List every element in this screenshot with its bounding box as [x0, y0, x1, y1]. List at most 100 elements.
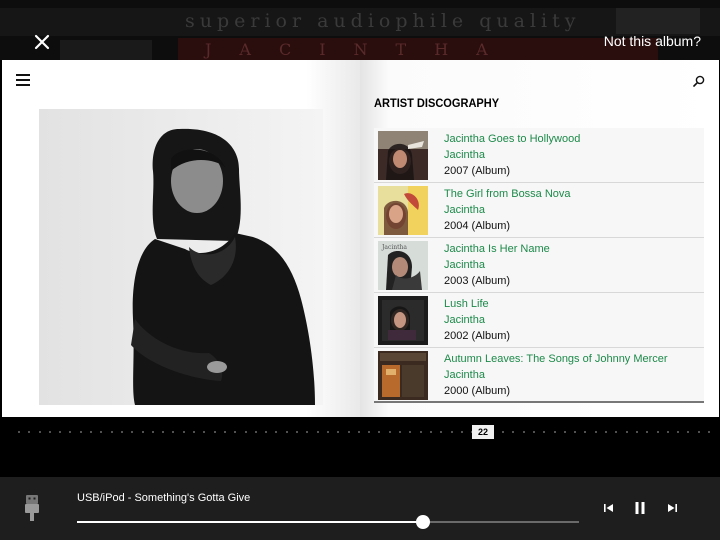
album-title[interactable]: Jacintha Goes to Hollywood — [444, 133, 580, 145]
page-dot[interactable] — [162, 431, 165, 433]
page-dot[interactable] — [28, 431, 31, 433]
next-icon[interactable] — [664, 500, 680, 516]
page-dot[interactable] — [666, 431, 669, 433]
page-dot[interactable] — [502, 431, 505, 433]
page-dot[interactable] — [708, 431, 710, 433]
page-dot[interactable] — [172, 431, 175, 433]
previous-icon[interactable] — [601, 500, 617, 516]
page-dot[interactable] — [131, 431, 134, 433]
page-dot[interactable] — [90, 431, 93, 433]
album-artist[interactable]: Jacintha — [444, 259, 485, 271]
page-dot[interactable] — [203, 431, 206, 433]
album-title[interactable]: The Girl from Bossa Nova — [444, 188, 571, 200]
page-dot[interactable] — [100, 431, 103, 433]
page-dot[interactable] — [635, 431, 638, 433]
album-artist[interactable]: Jacintha — [444, 149, 485, 161]
page-dot[interactable] — [79, 431, 82, 433]
search-icon[interactable] — [693, 74, 705, 87]
page-dot[interactable] — [646, 431, 649, 433]
album-artist[interactable]: Jacintha — [444, 314, 485, 326]
menu-icon[interactable] — [16, 74, 30, 86]
page-dot[interactable] — [594, 431, 597, 433]
album-year: 2002 (Album) — [444, 330, 511, 342]
page-dot[interactable] — [563, 431, 566, 433]
page-dot[interactable] — [429, 431, 432, 433]
album-title[interactable]: Autumn Leaves: The Songs of Johnny Merce… — [444, 353, 668, 365]
page-dot[interactable] — [522, 431, 525, 433]
album-artist[interactable]: Jacintha — [444, 204, 485, 216]
pause-icon[interactable] — [632, 500, 648, 516]
page-dot[interactable] — [213, 431, 216, 433]
album-row[interactable]: Jacintha Goes to Hollywood Jacintha 2007… — [374, 128, 704, 183]
page-dot[interactable] — [120, 431, 123, 433]
close-icon[interactable] — [31, 31, 53, 53]
page-dot[interactable] — [347, 431, 350, 433]
album-title[interactable]: Jacintha Is Her Name — [444, 243, 550, 255]
progress-fill — [77, 521, 423, 523]
page-dot[interactable] — [574, 431, 577, 433]
booklet-view: ARTIST DISCOGRAPHY Jacintha Goes to Holl… — [2, 60, 719, 417]
current-page-indicator[interactable]: 22 — [472, 425, 494, 439]
page-dot[interactable] — [677, 431, 680, 433]
not-this-album-button[interactable]: Not this album? — [604, 33, 701, 49]
page-dot[interactable] — [337, 431, 340, 433]
page-dot[interactable] — [110, 431, 113, 433]
progress-knob[interactable] — [415, 515, 430, 529]
album-title[interactable]: Lush Life — [444, 298, 489, 310]
artist-photo — [39, 109, 323, 405]
album-year: 2000 (Album) — [444, 385, 511, 397]
page-dot[interactable] — [265, 431, 268, 433]
page-dot[interactable] — [625, 431, 628, 433]
page-dot[interactable] — [460, 431, 463, 433]
playback-progress[interactable] — [77, 515, 579, 529]
usb-icon — [24, 495, 40, 521]
page-dot[interactable] — [18, 431, 20, 433]
album-row[interactable]: Autumn Leaves: The Songs of Johnny Merce… — [374, 348, 704, 403]
page-dots[interactable] — [18, 431, 710, 435]
page-dot[interactable] — [69, 431, 72, 433]
page-dot[interactable] — [151, 431, 154, 433]
page-dot[interactable] — [615, 431, 618, 433]
page-dot[interactable] — [605, 431, 607, 433]
page-dot[interactable] — [141, 431, 144, 433]
album-year: 2007 (Album) — [444, 165, 511, 177]
page-dot[interactable] — [656, 431, 659, 433]
page-dot[interactable] — [399, 431, 402, 433]
page-scrubber[interactable] — [0, 417, 720, 477]
page-dot[interactable] — [275, 431, 278, 433]
page-dot[interactable] — [244, 431, 247, 433]
page-dot[interactable] — [285, 431, 288, 433]
page-dot[interactable] — [316, 431, 319, 433]
page-dot[interactable] — [234, 431, 237, 433]
page-dot[interactable] — [326, 431, 329, 433]
page-dot[interactable] — [419, 431, 422, 433]
album-artist[interactable]: Jacintha — [444, 369, 485, 381]
page-dot[interactable] — [368, 431, 371, 433]
page-dot[interactable] — [409, 431, 412, 433]
page-dot[interactable] — [193, 431, 196, 433]
page-dot[interactable] — [450, 431, 453, 433]
page-dot[interactable] — [306, 431, 309, 433]
page-dot[interactable] — [357, 431, 360, 433]
page-dot[interactable] — [697, 431, 700, 433]
page-dot[interactable] — [388, 431, 391, 433]
page-dot[interactable] — [223, 431, 226, 433]
page-dot[interactable] — [182, 431, 185, 433]
page-dot[interactable] — [584, 431, 587, 433]
album-cover — [378, 296, 428, 345]
page-dot[interactable] — [296, 431, 299, 433]
album-row[interactable]: Jacintha Jacintha Is Her Name Jacintha 2… — [374, 238, 704, 293]
album-row[interactable]: The Girl from Bossa Nova Jacintha 2004 (… — [374, 183, 704, 238]
page-dot[interactable] — [553, 431, 556, 433]
page-dot[interactable] — [38, 431, 41, 433]
page-dot[interactable] — [59, 431, 62, 433]
page-dot[interactable] — [440, 431, 443, 433]
page-dot[interactable] — [687, 431, 690, 433]
page-dot[interactable] — [543, 431, 546, 433]
album-row[interactable]: Lush Life Jacintha 2002 (Album) — [374, 293, 704, 348]
page-dot[interactable] — [48, 431, 51, 433]
page-dot[interactable] — [254, 431, 257, 433]
page-dot[interactable] — [532, 431, 535, 433]
page-dot[interactable] — [378, 431, 381, 433]
page-dot[interactable] — [512, 431, 515, 433]
